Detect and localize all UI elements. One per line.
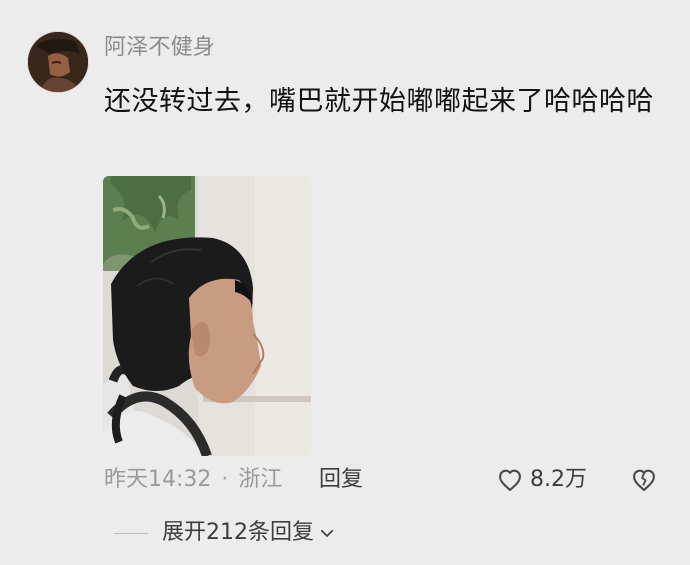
chevron-down-icon — [320, 529, 334, 537]
comment-meta: 昨天14:32 · 浙江 — [104, 466, 282, 494]
heart-outline-icon — [499, 469, 521, 491]
comment-location: 浙江 — [238, 467, 283, 492]
avatar-photo — [28, 32, 88, 92]
comment-username[interactable]: 阿泽不健身 — [104, 34, 215, 62]
expand-divider — [114, 532, 148, 534]
like-count: 8.2万 — [530, 467, 587, 492]
woman-profile-photo — [103, 176, 311, 456]
user-avatar[interactable] — [27, 31, 89, 93]
expand-replies-button[interactable]: 展开212条回复 — [114, 518, 336, 548]
meta-separator: · — [221, 467, 229, 492]
expand-replies-label: 展开212条回复 — [162, 520, 314, 545]
reply-button[interactable]: 回复 — [319, 466, 363, 494]
broken-heart-icon[interactable] — [630, 466, 658, 494]
comment-image[interactable] — [103, 176, 311, 456]
comment-body: 还没转过去，嘴巴就开始嘟嘟起来了哈哈哈哈 — [104, 86, 654, 117]
comment-timestamp: 昨天14:32 — [104, 467, 212, 492]
like-button[interactable]: 8.2万 — [496, 465, 587, 495]
